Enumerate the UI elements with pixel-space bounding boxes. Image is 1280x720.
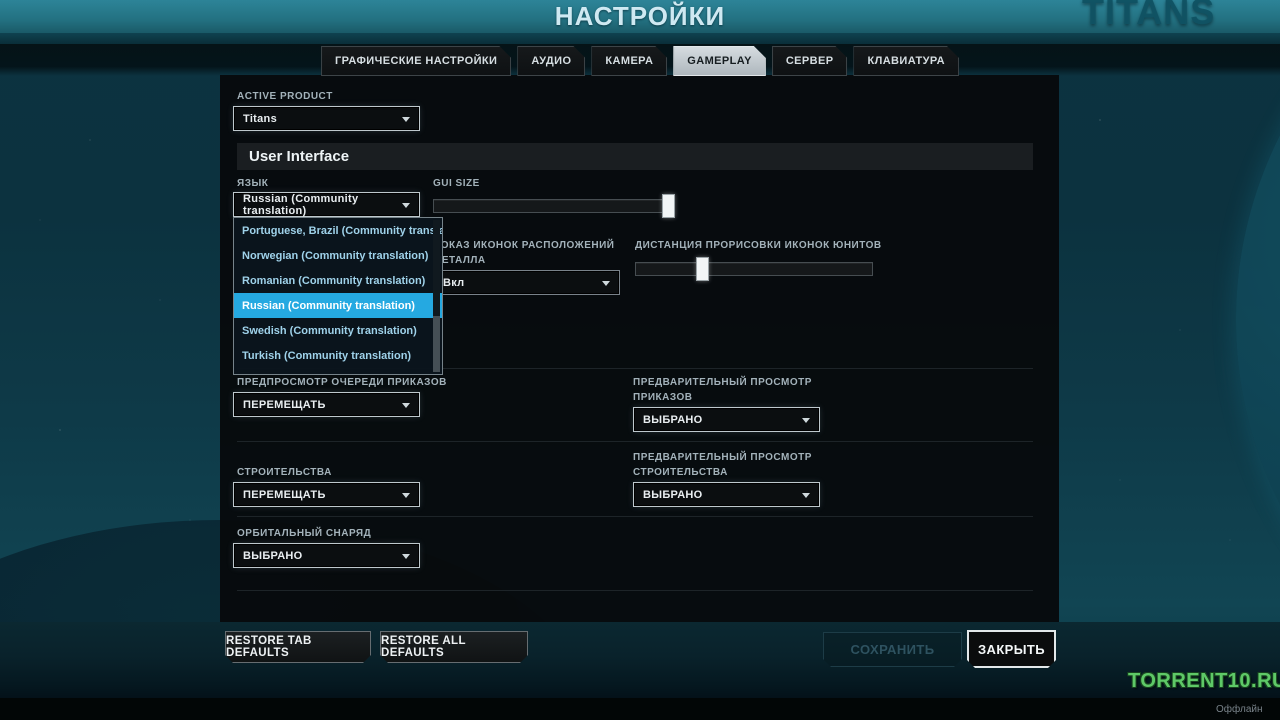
- tab-gameplay[interactable]: GAMEPLAY: [673, 46, 766, 76]
- close-button[interactable]: ЗАКРЫТЬ: [967, 630, 1056, 668]
- gui-size-label: GUI SIZE: [433, 178, 480, 189]
- tab-camera[interactable]: КАМЕРА: [591, 46, 667, 76]
- metal-icons-select[interactable]: Вкл: [433, 270, 620, 295]
- settings-screen: TITANS НАСТРОЙКИ ГРАФИЧЕСКИЕ НАСТРОЙКИ А…: [0, 0, 1280, 720]
- build-preview-label-line2: СТРОИТЕЛЬСТВА: [633, 467, 728, 478]
- active-product-select[interactable]: Titans: [233, 106, 420, 131]
- gui-size-slider-thumb[interactable]: [662, 194, 675, 218]
- chevron-down-icon: [402, 493, 410, 498]
- orbital-shell-select[interactable]: ВЫБРАНО: [233, 543, 420, 568]
- active-product-value: Titans: [243, 113, 277, 125]
- save-button[interactable]: СОХРАНИТЬ: [823, 632, 962, 667]
- planet-right-decoration: [1236, 0, 1280, 720]
- build-queue-preview-value: ПЕРЕМЕЩАТЬ: [243, 489, 326, 501]
- unit-icon-distance-slider-thumb[interactable]: [696, 257, 709, 281]
- tab-audio[interactable]: АУДИО: [517, 46, 585, 76]
- restore-tab-defaults-button[interactable]: RESTORE TAB DEFAULTS: [225, 631, 371, 663]
- gui-size-slider[interactable]: [433, 199, 669, 213]
- language-option-selected[interactable]: Russian (Community translation): [234, 293, 442, 318]
- language-dropdown-list: Portuguese, Brazil (Community translatio…: [233, 217, 443, 375]
- unit-icon-distance-label: ДИСТАНЦИЯ ПРОРИСОВКИ ИКОНОК ЮНИТОВ: [635, 240, 882, 251]
- section-divider: [237, 441, 1033, 442]
- tab-server[interactable]: СЕРВЕР: [772, 46, 848, 76]
- tab-keyboard[interactable]: КЛАВИАТУРА: [853, 46, 959, 76]
- chevron-down-icon: [602, 281, 610, 286]
- settings-tabbar: ГРАФИЧЕСКИЕ НАСТРОЙКИ АУДИО КАМЕРА GAMEP…: [321, 46, 959, 76]
- build-queue-preview-label-line2: СТРОИТЕЛЬСТВА: [237, 467, 332, 478]
- order-preview-select[interactable]: ВЫБРАНО: [633, 407, 820, 432]
- metal-icons-value: Вкл: [443, 277, 464, 289]
- chevron-down-icon: [402, 203, 410, 208]
- build-preview-label-line1: ПРЕДВАРИТЕЛЬНЫЙ ПРОСМОТР: [633, 452, 812, 463]
- section-divider: [237, 590, 1033, 591]
- chevron-down-icon: [802, 493, 810, 498]
- orbital-shell-value: ВЫБРАНО: [243, 550, 303, 562]
- build-preview-value: ВЫБРАНО: [643, 489, 703, 501]
- chevron-down-icon: [402, 403, 410, 408]
- section-divider: [237, 516, 1033, 517]
- page-title: НАСТРОЙКИ: [0, 1, 1280, 32]
- torrent-watermark: TORRENT10.RU: [1128, 670, 1280, 693]
- bottom-strip: [0, 698, 1280, 720]
- language-option[interactable]: Romanian (Community translation): [234, 268, 442, 293]
- dropdown-scrollbar-thumb[interactable]: [433, 316, 440, 372]
- build-preview-select[interactable]: ВЫБРАНО: [633, 482, 820, 507]
- order-preview-value: ВЫБРАНО: [643, 414, 703, 426]
- language-option[interactable]: Ukrainian (Community translation): [234, 368, 442, 375]
- language-option[interactable]: Portuguese, Brazil (Community translatio…: [234, 218, 442, 243]
- language-option[interactable]: Swedish (Community translation): [234, 318, 442, 343]
- chevron-down-icon: [402, 117, 410, 122]
- top-header-shadow: [0, 33, 1280, 44]
- offline-status: Оффлайн: [1216, 704, 1263, 715]
- orbital-shell-label: ОРБИТАЛЬНЫЙ СНАРЯД: [237, 528, 371, 539]
- dropdown-scrollbar[interactable]: [433, 220, 440, 372]
- chevron-down-icon: [402, 554, 410, 559]
- restore-all-defaults-button[interactable]: RESTORE ALL DEFAULTS: [380, 631, 528, 663]
- order-preview-label-line1: ПРЕДВАРИТЕЛЬНЫЙ ПРОСМОТР: [633, 377, 812, 388]
- build-queue-preview-select[interactable]: ПЕРЕМЕЩАТЬ: [233, 482, 420, 507]
- order-queue-preview-label: ПРЕДПРОСМОТР ОЧЕРЕДИ ПРИКАЗОВ: [237, 377, 447, 388]
- tab-graphics[interactable]: ГРАФИЧЕСКИЕ НАСТРОЙКИ: [321, 46, 511, 76]
- metal-icons-label-line1: ПОКАЗ ИКОНОК РАСПОЛОЖЕНИЙ: [433, 240, 614, 251]
- order-preview-label-line2: ПРИКАЗОВ: [633, 392, 693, 403]
- order-queue-preview-value: ПЕРЕМЕЩАТЬ: [243, 399, 326, 411]
- section-header: User Interface: [237, 143, 1033, 170]
- language-label: ЯЗЫК: [237, 178, 268, 189]
- language-option[interactable]: Turkish (Community translation): [234, 343, 442, 368]
- chevron-down-icon: [802, 418, 810, 423]
- unit-icon-distance-slider[interactable]: [635, 262, 873, 276]
- footer-band: [0, 622, 1280, 698]
- order-queue-preview-select[interactable]: ПЕРЕМЕЩАТЬ: [233, 392, 420, 417]
- language-select[interactable]: Russian (Community translation): [233, 192, 420, 217]
- language-option[interactable]: Norwegian (Community translation): [234, 243, 442, 268]
- language-value: Russian (Community translation): [243, 193, 419, 217]
- active-product-label: ACTIVE PRODUCT: [237, 91, 333, 102]
